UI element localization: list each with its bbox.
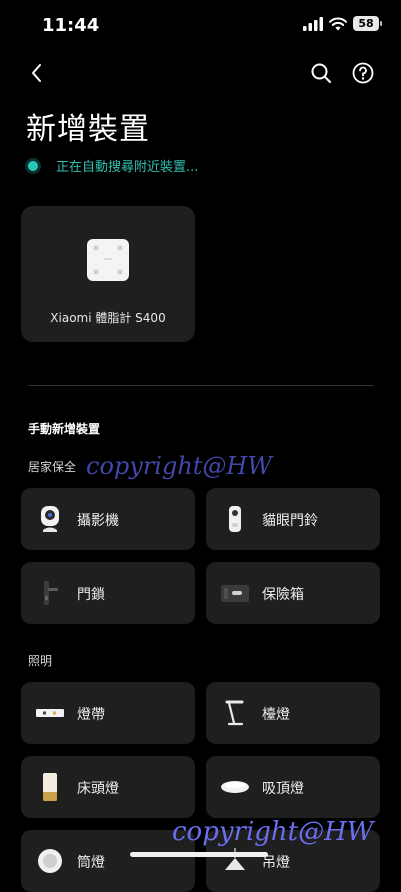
- tile-pendant-light[interactable]: 吊燈: [206, 830, 380, 892]
- bedside-lamp-icon: [43, 773, 57, 801]
- group-label-home-security: 居家保全: [28, 460, 77, 474]
- door-lock-icon: [44, 581, 58, 605]
- tile-label: 貓眼門鈴: [262, 513, 318, 529]
- battery-indicator: 58: [353, 16, 382, 31]
- tile-light-strip[interactable]: 燈帶: [21, 682, 195, 744]
- tile-desk-lamp[interactable]: 檯燈: [206, 682, 380, 744]
- wifi-icon: [329, 17, 347, 30]
- tile-label: 檯燈: [262, 707, 290, 723]
- downlight-icon: [38, 849, 62, 873]
- tile-label: 門鎖: [77, 587, 105, 603]
- divider: [28, 385, 374, 386]
- tile-label: 保險箱: [262, 587, 304, 603]
- desk-lamp-icon: [225, 700, 244, 726]
- home-indicator[interactable]: [130, 852, 268, 857]
- status-bar: 11:44 58: [0, 0, 401, 50]
- camera-icon: [41, 506, 59, 532]
- light-strip-icon: [36, 709, 64, 717]
- tile-label: 吸頂燈: [262, 781, 304, 797]
- tile-door-lock[interactable]: 門鎖: [21, 562, 195, 624]
- ceiling-light-icon: [221, 781, 249, 793]
- back-chevron-icon[interactable]: [24, 60, 50, 86]
- page-title: 新增裝置: [26, 112, 150, 147]
- copyright-watermark: copyright@HW: [86, 452, 273, 480]
- scan-status: 正在自動搜尋附近裝置...: [28, 156, 198, 175]
- tile-label: 燈帶: [77, 707, 105, 723]
- tile-label: 筒燈: [77, 855, 105, 871]
- tile-label: 攝影機: [77, 513, 119, 529]
- tile-camera[interactable]: 攝影機: [21, 488, 195, 550]
- found-device-name: Xiaomi 體脂計 S400: [50, 311, 166, 325]
- pendant-light-icon: [225, 848, 245, 870]
- scanning-indicator-icon: [28, 160, 38, 171]
- scanning-text: 正在自動搜尋附近裝置...: [56, 160, 199, 175]
- tile-bedside-lamp[interactable]: 床頭燈: [21, 756, 195, 818]
- tile-doorbell[interactable]: 貓眼門鈴: [206, 488, 380, 550]
- cellular-signal-icon: [303, 16, 323, 31]
- safe-icon: [221, 585, 249, 602]
- help-icon[interactable]: [350, 60, 376, 86]
- tile-ceiling-light[interactable]: 吸頂燈: [206, 756, 380, 818]
- tile-downlight[interactable]: 筒燈: [21, 830, 195, 892]
- body-scale-icon: [87, 239, 129, 281]
- tile-label: 床頭燈: [77, 781, 119, 797]
- doorbell-icon: [229, 506, 241, 532]
- nav-bar: [0, 54, 401, 90]
- status-icons: 58: [303, 16, 382, 31]
- found-device-card[interactable]: Xiaomi 體脂計 S400: [21, 206, 195, 342]
- tile-safe[interactable]: 保險箱: [206, 562, 380, 624]
- status-time: 11:44: [42, 15, 100, 36]
- search-icon[interactable]: [308, 60, 334, 86]
- manual-add-header: 手動新增裝置: [28, 422, 101, 436]
- group-label-lighting: 照明: [28, 654, 53, 668]
